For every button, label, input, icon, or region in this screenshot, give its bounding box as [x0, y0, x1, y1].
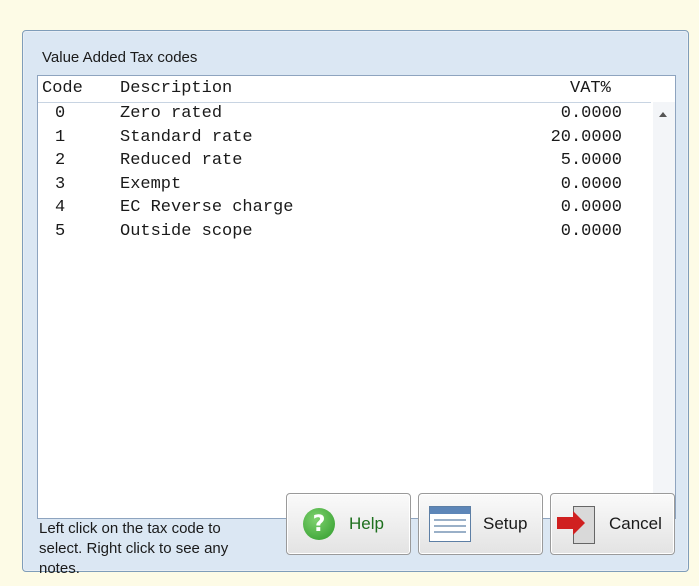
- vertical-scrollbar[interactable]: [653, 102, 675, 517]
- instructions-line: Left click on the tax code to: [39, 520, 221, 537]
- row-vat: 5.0000: [560, 151, 622, 170]
- help-icon: ?: [303, 508, 335, 540]
- instructions-line: select. Right click to see any: [39, 540, 229, 557]
- row-vat: 20.0000: [550, 127, 622, 147]
- row-vat: 0.0000: [560, 198, 622, 217]
- exit-door-icon: [557, 504, 597, 544]
- column-header-code[interactable]: Code: [42, 79, 83, 98]
- table-row[interactable]: 0 Zero rated 0.0000: [38, 104, 651, 128]
- table-row[interactable]: 5 Outside scope 0.0000: [38, 222, 651, 246]
- row-description: Outside scope: [120, 221, 253, 241]
- row-code: 5: [55, 221, 66, 241]
- row-description: Standard rate: [120, 127, 253, 147]
- row-description: Zero rated: [120, 104, 223, 123]
- help-button[interactable]: ? Help: [286, 493, 411, 555]
- setup-button-label: Setup: [483, 514, 528, 533]
- instructions-text: Left click on the tax code to select. Ri…: [39, 519, 289, 579]
- row-description: EC Reverse charge: [120, 198, 294, 217]
- instructions-line: notes.: [39, 560, 80, 577]
- table-row[interactable]: 4 EC Reverse charge 0.0000: [38, 198, 651, 222]
- help-button-label: Help: [349, 514, 384, 533]
- column-header-vat[interactable]: VAT%: [570, 79, 611, 98]
- scroll-up-arrow-icon[interactable]: [659, 112, 667, 117]
- vat-codes-window: Value Added Tax codes Code Description V…: [22, 30, 689, 577]
- setup-button[interactable]: Setup: [418, 493, 543, 555]
- row-vat: 0.0000: [560, 221, 622, 241]
- row-code: 4: [55, 198, 66, 217]
- row-description: Exempt: [120, 174, 182, 194]
- vat-codes-list: Code Description VAT% 0 Zero rated 0.000…: [37, 75, 676, 519]
- table-row[interactable]: 1 Standard rate 20.0000: [38, 128, 651, 152]
- cancel-button[interactable]: Cancel: [550, 493, 675, 555]
- setup-icon: [429, 506, 471, 542]
- row-vat: 0.0000: [560, 104, 622, 123]
- table-row[interactable]: 2 Reduced rate 5.0000: [38, 151, 651, 175]
- row-description: Reduced rate: [120, 151, 243, 170]
- row-code: 2: [55, 151, 66, 170]
- cancel-button-label: Cancel: [609, 514, 662, 533]
- row-vat: 0.0000: [560, 174, 622, 194]
- row-code: 3: [55, 174, 66, 194]
- window-title: Value Added Tax codes: [42, 49, 198, 66]
- table-row[interactable]: 3 Exempt 0.0000: [38, 175, 651, 199]
- row-code: 1: [55, 127, 66, 147]
- column-header-row: Code Description VAT%: [38, 76, 651, 103]
- column-header-description[interactable]: Description: [120, 79, 232, 98]
- vat-code-rows: 0 Zero rated 0.0000 1 Standard rate 20.0…: [38, 104, 651, 245]
- row-code: 0: [55, 104, 66, 123]
